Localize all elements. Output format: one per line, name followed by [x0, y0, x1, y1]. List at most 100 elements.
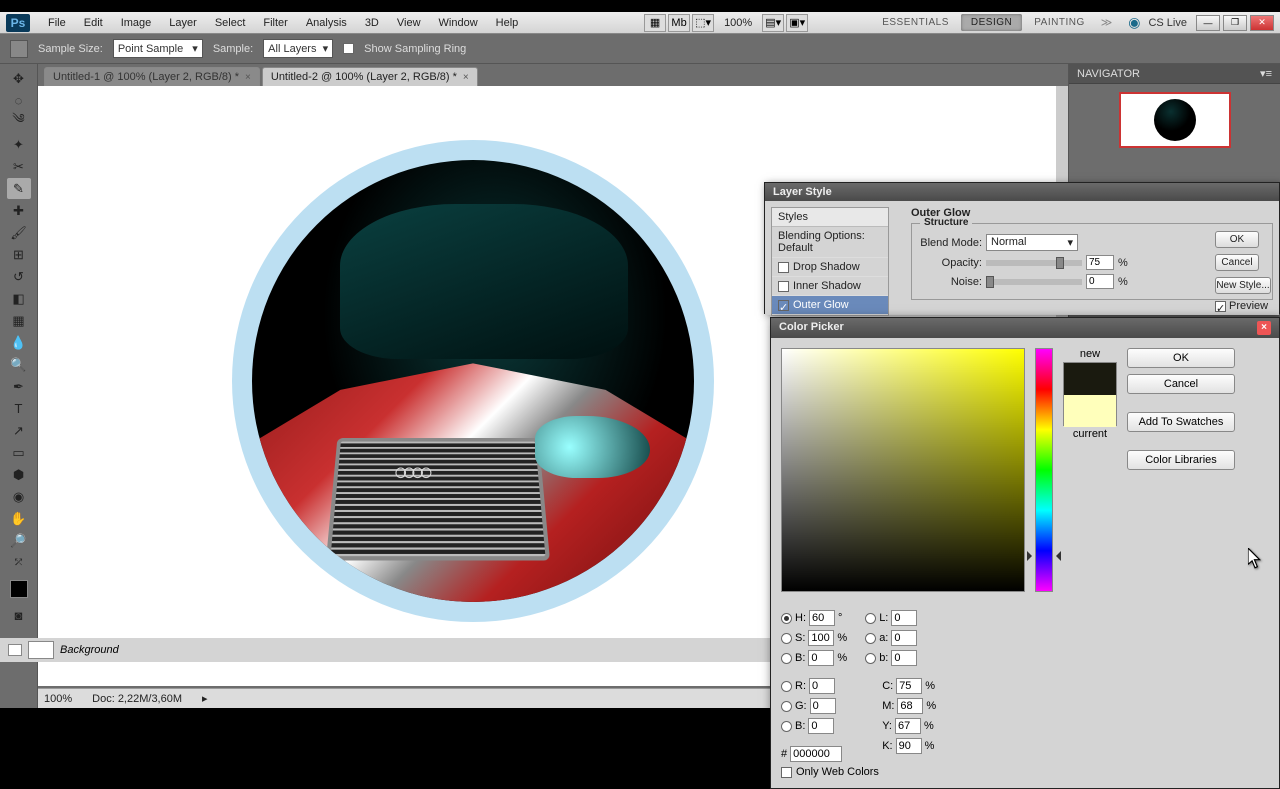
a-radio[interactable]	[865, 633, 876, 644]
menu-filter[interactable]: Filter	[255, 15, 295, 31]
pen-tool[interactable]: ✒	[7, 376, 31, 397]
a-input[interactable]	[891, 630, 917, 646]
minimize-button[interactable]: —	[1196, 15, 1220, 31]
y-input[interactable]	[895, 718, 921, 734]
menu-help[interactable]: Help	[488, 15, 527, 31]
h-radio[interactable]	[781, 613, 792, 624]
stamp-tool[interactable]: ⊞	[7, 244, 31, 265]
3d-camera-tool[interactable]: ◉	[7, 486, 31, 507]
cp-cancel-button[interactable]: Cancel	[1127, 374, 1235, 394]
navigator-thumbnail[interactable]	[1069, 84, 1280, 156]
r-radio[interactable]	[781, 681, 792, 692]
b-input[interactable]	[808, 650, 834, 666]
minibridge-icon[interactable]: Mb	[668, 14, 690, 32]
c-input[interactable]	[896, 678, 922, 694]
fx-inner-shadow[interactable]: Inner Shadow	[772, 277, 888, 296]
move-tool[interactable]: ✥	[7, 68, 31, 89]
swap-colors-icon[interactable]: ⤱	[7, 552, 31, 573]
noise-slider[interactable]	[986, 279, 1082, 285]
workspace-design[interactable]: DESIGN	[961, 14, 1022, 31]
quickmask-icon[interactable]: ◙	[7, 605, 31, 626]
color-libraries-button[interactable]: Color Libraries	[1127, 450, 1235, 470]
eyedropper-tool[interactable]: ✎	[7, 178, 31, 199]
blending-options[interactable]: Blending Options: Default	[772, 227, 888, 258]
b-radio[interactable]	[781, 653, 792, 664]
web-colors-checkbox[interactable]	[781, 767, 792, 778]
g-input[interactable]	[810, 698, 836, 714]
ls-ok-button[interactable]: OK	[1215, 231, 1259, 248]
bl-radio[interactable]	[781, 721, 792, 732]
close-icon[interactable]: ×	[1257, 321, 1271, 335]
navigator-panel-tab[interactable]: NAVIGATOR▾≡	[1069, 64, 1280, 84]
saturation-value-field[interactable]	[781, 348, 1025, 592]
bl-input[interactable]	[808, 718, 834, 734]
menu-layer[interactable]: Layer	[161, 15, 205, 31]
path-tool[interactable]: ↗	[7, 420, 31, 441]
k-input[interactable]	[896, 738, 922, 754]
s-radio[interactable]	[781, 633, 792, 644]
zoom-level[interactable]: 100%	[716, 15, 760, 31]
blur-tool[interactable]: 💧	[7, 332, 31, 353]
fx-outer-glow[interactable]: ✓Outer Glow	[772, 296, 888, 315]
menu-3d[interactable]: 3D	[357, 15, 387, 31]
m-input[interactable]	[897, 698, 923, 714]
layer-style-title[interactable]: Layer Style	[765, 183, 1279, 201]
fx-drop-shadow[interactable]: Drop Shadow	[772, 258, 888, 277]
color-picker-title[interactable]: Color Picker ×	[771, 318, 1279, 338]
shape-tool[interactable]: ▭	[7, 442, 31, 463]
status-zoom[interactable]: 100%	[44, 693, 72, 705]
3d-tool[interactable]: ⬢	[7, 464, 31, 485]
noise-input[interactable]	[1086, 274, 1114, 289]
workspace-essentials[interactable]: ESSENTIALS	[872, 14, 959, 31]
foreground-color[interactable]	[10, 580, 28, 598]
workspace-more-icon[interactable]: ≫	[1097, 16, 1117, 29]
visibility-icon[interactable]	[8, 644, 22, 656]
ls-cancel-button[interactable]: Cancel	[1215, 254, 1259, 271]
r-input[interactable]	[809, 678, 835, 694]
brush-tool[interactable]: 🖌	[7, 222, 31, 243]
arrange-icon[interactable]: ▤▾	[762, 14, 784, 32]
menu-window[interactable]: Window	[431, 15, 486, 31]
close-button[interactable]: ✕	[1250, 15, 1274, 31]
menu-select[interactable]: Select	[207, 15, 254, 31]
sample-dropdown[interactable]: All Layers▾	[263, 39, 333, 58]
lab-b-radio[interactable]	[865, 653, 876, 664]
wand-tool[interactable]: ✦	[7, 134, 31, 155]
dodge-tool[interactable]: 🔍	[7, 354, 31, 375]
bridge-icon[interactable]: ▦	[644, 14, 666, 32]
menu-image[interactable]: Image	[113, 15, 160, 31]
workspace-painting[interactable]: PAINTING	[1024, 14, 1094, 31]
hex-input[interactable]	[790, 746, 842, 762]
hue-slider[interactable]	[1035, 348, 1053, 592]
tab-close-icon[interactable]: ×	[245, 72, 251, 83]
zoom-tool[interactable]: 🔎	[7, 530, 31, 551]
document-tab-1[interactable]: Untitled-1 @ 100% (Layer 2, RGB/8) * ×	[44, 67, 260, 86]
menu-file[interactable]: File	[40, 15, 74, 31]
cp-ok-button[interactable]: OK	[1127, 348, 1235, 368]
styles-header[interactable]: Styles	[772, 208, 888, 227]
sample-size-dropdown[interactable]: Point Sample▾	[113, 39, 203, 58]
maximize-button[interactable]: ❐	[1223, 15, 1247, 31]
g-radio[interactable]	[781, 701, 792, 712]
type-tool[interactable]: T	[7, 398, 31, 419]
show-ring-checkbox[interactable]	[343, 43, 354, 54]
l-input[interactable]	[891, 610, 917, 626]
heal-tool[interactable]: ✚	[7, 200, 31, 221]
preview-checkbox[interactable]: ✓	[1215, 301, 1226, 312]
eraser-tool[interactable]: ◧	[7, 288, 31, 309]
lasso-tool[interactable]: ༄	[7, 112, 31, 133]
extras-icon[interactable]: ▣▾	[786, 14, 808, 32]
gradient-tool[interactable]: ▦	[7, 310, 31, 331]
history-brush-tool[interactable]: ↺	[7, 266, 31, 287]
opacity-slider[interactable]	[986, 260, 1082, 266]
lab-b-input[interactable]	[891, 650, 917, 666]
screen-mode-icon[interactable]: ⬚▾	[692, 14, 714, 32]
menu-analysis[interactable]: Analysis	[298, 15, 355, 31]
opacity-input[interactable]	[1086, 255, 1114, 270]
hand-tool[interactable]: ✋	[7, 508, 31, 529]
s-input[interactable]	[808, 630, 834, 646]
menu-edit[interactable]: Edit	[76, 15, 111, 31]
ls-newstyle-button[interactable]: New Style...	[1215, 277, 1271, 294]
add-swatches-button[interactable]: Add To Swatches	[1127, 412, 1235, 432]
l-radio[interactable]	[865, 613, 876, 624]
